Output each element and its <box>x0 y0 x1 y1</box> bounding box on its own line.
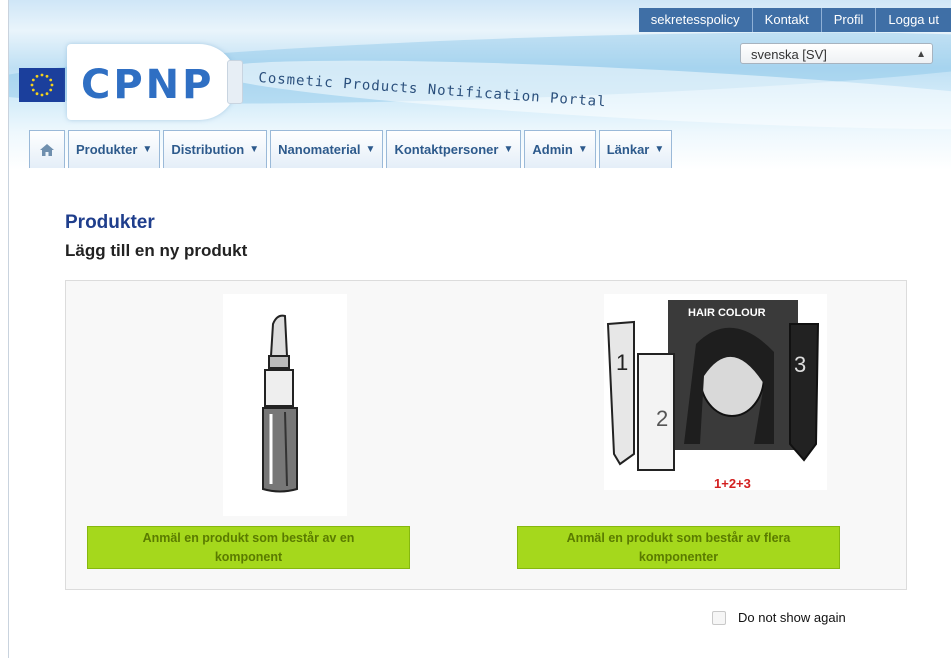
language-select-value: svenska [SV] <box>751 47 827 62</box>
cpnp-logo-text: CPNP <box>81 62 215 108</box>
product-type-panel: HAIR COLOUR 1 2 3 1+2+3 Anmäl en produkt… <box>65 280 907 590</box>
svg-text:2: 2 <box>656 406 668 431</box>
privacy-policy-link[interactable]: sekretesspolicy <box>639 8 752 32</box>
hair-colour-kit-image: HAIR COLOUR 1 2 3 1+2+3 <box>604 294 827 491</box>
profile-link[interactable]: Profil <box>820 8 876 32</box>
language-select[interactable]: svenska [SV] ▲ <box>740 43 933 64</box>
chevron-down-icon: ▼ <box>249 144 260 155</box>
kit-numbers-text: 1+2+3 <box>714 476 751 490</box>
do-not-show-again-label: Do not show again <box>738 610 846 625</box>
logout-link[interactable]: Logga ut <box>875 8 951 32</box>
single-component-product-button[interactable]: Anmäl en produkt som består av en kompon… <box>87 526 410 569</box>
chevron-down-icon: ▼ <box>654 144 665 155</box>
nav-tab-label: Kontaktpersoner <box>394 142 499 157</box>
chevron-down-icon: ▼ <box>577 144 588 155</box>
select-arrows-icon: ▲ <box>916 49 926 60</box>
top-links-bar: sekretesspolicy Kontakt Profil Logga ut <box>638 8 951 32</box>
nav-tab-produkter[interactable]: Produkter ▼ <box>68 130 161 168</box>
logo-tube-cap-decoration <box>227 60 243 104</box>
window-left-border <box>0 0 9 658</box>
main-navigation: Produkter ▼ Distribution ▼ Nanomaterial ▼ K… <box>29 130 675 168</box>
chevron-down-icon: ▼ <box>365 144 376 155</box>
contact-link[interactable]: Kontakt <box>751 8 821 32</box>
multi-component-product-button[interactable]: Anmäl en produkt som består av flera kom… <box>517 526 840 569</box>
do-not-show-again-option[interactable]: Do not show again <box>712 610 846 625</box>
chevron-down-icon: ▼ <box>503 144 514 155</box>
nav-tab-nanomaterial[interactable]: Nanomaterial ▼ <box>270 130 384 168</box>
nav-tab-label: Distribution <box>171 142 245 157</box>
hair-colour-box-text: HAIR COLOUR <box>688 307 766 319</box>
nav-home[interactable] <box>29 130 65 168</box>
eu-flag-icon <box>19 68 65 102</box>
svg-text:1: 1 <box>616 350 628 375</box>
page-subtitle: Lägg till en ny produkt <box>65 241 248 260</box>
nav-tab-admin[interactable]: Admin ▼ <box>524 130 596 168</box>
svg-text:3: 3 <box>794 352 806 377</box>
do-not-show-again-checkbox[interactable] <box>712 610 726 625</box>
nav-tab-label: Nanomaterial <box>278 142 361 157</box>
home-icon <box>40 143 54 156</box>
lipstick-image <box>223 294 347 516</box>
page-title: Produkter <box>65 212 155 233</box>
chevron-down-icon: ▼ <box>142 144 153 155</box>
nav-tab-distribution[interactable]: Distribution ▼ <box>163 130 268 168</box>
site-header: sekretesspolicy Kontakt Profil Logga ut … <box>9 0 951 170</box>
nav-tab-label: Produkter <box>76 142 138 157</box>
nav-tab-kontaktpersoner[interactable]: Kontaktpersoner ▼ <box>386 130 522 168</box>
nav-tab-lankar[interactable]: Länkar ▼ <box>598 130 673 168</box>
nav-tab-label: Admin <box>532 142 573 157</box>
nav-tab-label: Länkar <box>606 142 650 157</box>
